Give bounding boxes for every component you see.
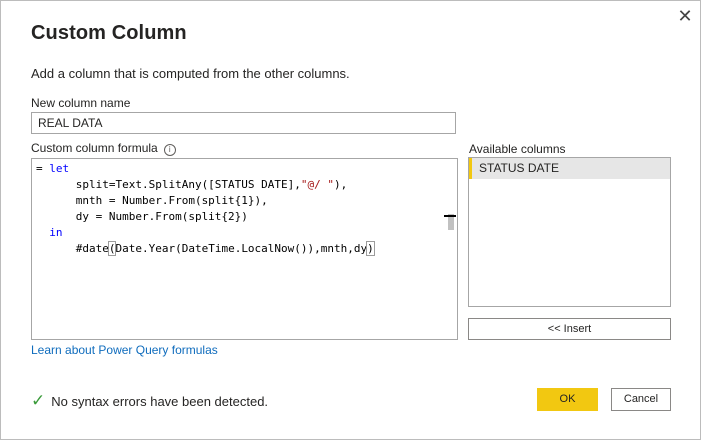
formula-label-row: Custom column formula i [31, 141, 176, 156]
formula-label: Custom column formula [31, 141, 158, 155]
dialog-subtitle: Add a column that is computed from the o… [31, 66, 350, 81]
available-columns-label: Available columns [469, 142, 566, 156]
close-icon[interactable]: ✕ [675, 6, 695, 26]
code-line-1: = let [36, 162, 70, 175]
syntax-status: ✓ No syntax errors have been detected. [31, 392, 268, 410]
code-line-6: #date(Date.Year(DateTime.LocalNow()),mnt… [36, 241, 375, 256]
code-line-3: mnth = Number.From(split{1}), [36, 194, 268, 207]
new-column-name-input[interactable] [31, 112, 456, 134]
ok-button[interactable]: OK [537, 388, 598, 411]
dialog-title: Custom Column [31, 22, 187, 44]
syntax-status-text: No syntax errors have been detected. [51, 393, 269, 409]
learn-power-query-link[interactable]: Learn about Power Query formulas [31, 343, 218, 357]
code-line-2: split=Text.SplitAny([STATUS DATE],"@/ ")… [36, 178, 348, 191]
list-item-status-date[interactable]: STATUS DATE [469, 158, 670, 179]
formula-code[interactable]: = let split=Text.SplitAny([STATUS DATE],… [36, 161, 375, 257]
insert-button[interactable]: << Insert [468, 318, 671, 340]
new-column-name-label: New column name [31, 96, 131, 110]
code-line-5: in [49, 226, 63, 239]
custom-column-dialog: ✕ Custom Column Add a column that is com… [0, 0, 701, 440]
code-line-4: dy = Number.From(split{2}) [36, 210, 248, 223]
check-icon: ✓ [31, 391, 46, 411]
cursor-marker [444, 215, 456, 217]
formula-editor[interactable]: = let split=Text.SplitAny([STATUS DATE],… [31, 158, 458, 340]
info-icon[interactable]: i [163, 144, 176, 156]
editor-scrollbar[interactable] [443, 159, 457, 339]
available-columns-list: STATUS DATE [468, 157, 671, 307]
cancel-button[interactable]: Cancel [611, 388, 671, 411]
